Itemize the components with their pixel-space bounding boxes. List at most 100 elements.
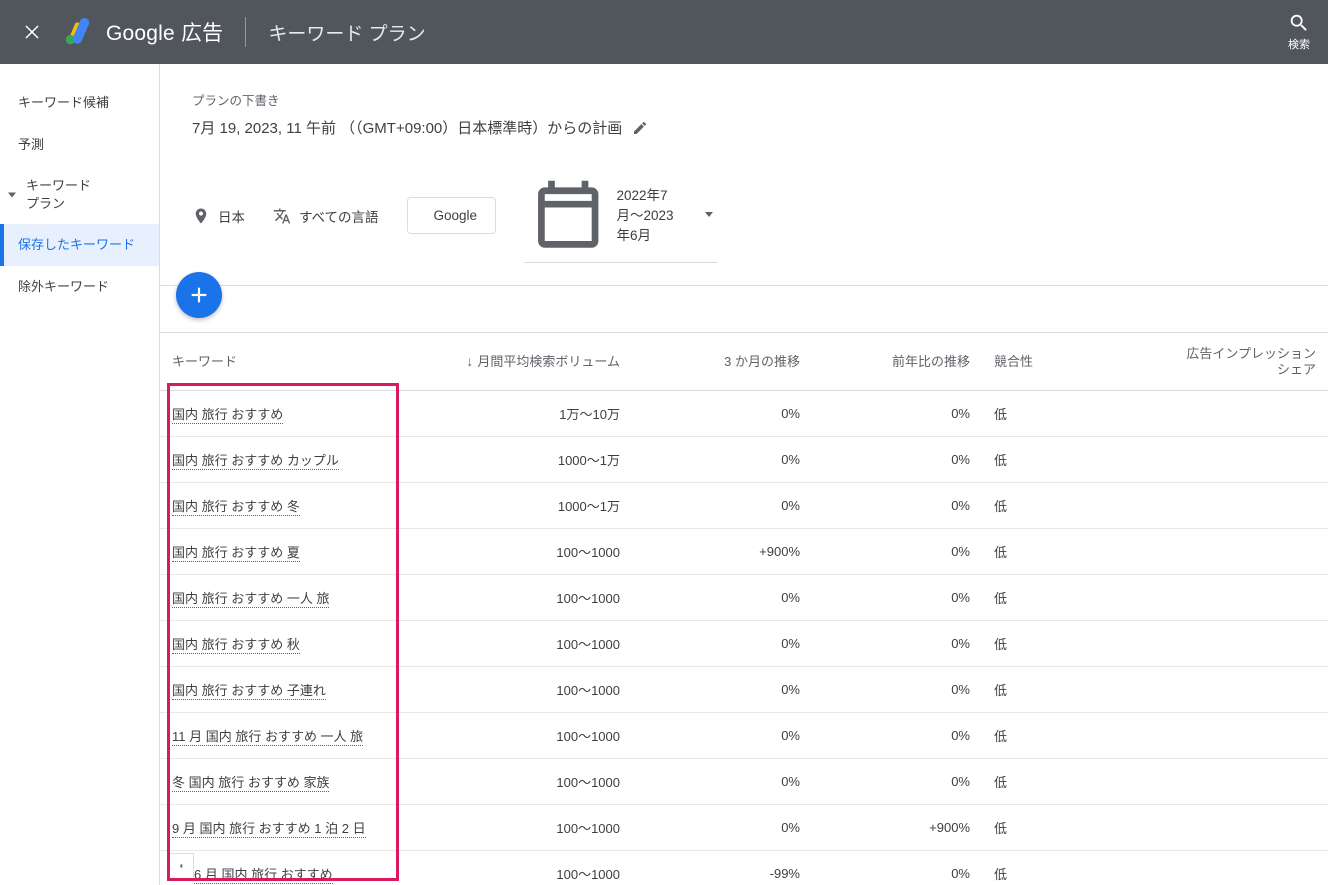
- cell-volume: 100～1000: [392, 851, 632, 885]
- cell-3month: 0%: [632, 667, 812, 713]
- cell-yoy: 0%: [812, 391, 982, 437]
- nav-label: 保存したキーワード: [18, 236, 135, 254]
- plan-time-row: 7月 19, 2023, 11 午前 （（GMT+09:00）日本標準時）からの…: [192, 117, 1296, 138]
- table-row: 国内 旅行 おすすめ 冬1000～1万0%0%低: [160, 483, 1328, 529]
- cell-impression-share: [1142, 529, 1328, 575]
- plan-time-text: 7月 19, 2023, 11 午前 （（GMT+09:00）日本標準時）からの…: [192, 117, 622, 138]
- close-button[interactable]: [18, 18, 46, 46]
- keyword-link[interactable]: 国内 旅行 おすすめ 秋: [172, 637, 300, 654]
- brand-title: Google 広告: [106, 17, 223, 47]
- cell-volume: 1000～1万: [392, 483, 632, 529]
- cell-yoy: 0%: [812, 529, 982, 575]
- cell-volume: 100～1000: [392, 805, 632, 851]
- filter-date-range[interactable]: 2022年7月～2023年6月: [524, 168, 717, 263]
- keyword-link[interactable]: 国内 旅行 おすすめ 子連れ: [172, 683, 326, 700]
- filter-language[interactable]: すべての言語: [273, 206, 379, 226]
- filter-location-label: 日本: [218, 206, 245, 226]
- translate-icon: [273, 207, 291, 225]
- keyword-link[interactable]: 国内 旅行 おすすめ: [172, 407, 283, 424]
- cell-yoy: 0%: [812, 575, 982, 621]
- cell-yoy: 0%: [812, 759, 982, 805]
- cell-competition: 低: [982, 391, 1142, 437]
- keyword-link[interactable]: 国内 旅行 おすすめ 冬: [172, 499, 300, 516]
- table-row: 国内 旅行 おすすめ 子連れ100～10000%0%低: [160, 667, 1328, 713]
- app-header: Google 広告 キーワード プラン 検索: [0, 0, 1328, 64]
- cell-competition: 低: [982, 805, 1142, 851]
- cell-3month: 0%: [632, 575, 812, 621]
- nav-saved-keywords[interactable]: 保存したキーワード: [0, 224, 159, 266]
- col-header-impression-share[interactable]: 広告インプレッション シェア: [1142, 333, 1328, 391]
- nav-label: 予測: [18, 136, 44, 154]
- plus-icon: [188, 284, 210, 306]
- table-row: 冬 国内 旅行 おすすめ 家族100～10000%0%低: [160, 759, 1328, 805]
- nav-label: キーワード候補: [18, 94, 109, 112]
- pencil-icon: [632, 120, 648, 136]
- chevron-down-icon: [705, 212, 713, 217]
- cell-impression-share: [1142, 805, 1328, 851]
- table-row: 11 月 国内 旅行 おすすめ 一人 旅100～10000%0%低: [160, 713, 1328, 759]
- keyword-link[interactable]: 国内 旅行 おすすめ 夏: [172, 545, 300, 562]
- keyword-link[interactable]: 11 月 国内 旅行 おすすめ 一人 旅: [172, 729, 363, 746]
- col-header-keyword[interactable]: キーワード: [160, 333, 392, 391]
- plan-header: プランの下書き 7月 19, 2023, 11 午前 （（GMT+09:00）日…: [160, 64, 1328, 158]
- table-row: 国内 旅行 おすすめ 秋100～10000%0%低: [160, 621, 1328, 667]
- edit-plan-button[interactable]: [632, 120, 648, 136]
- cell-competition: 低: [982, 437, 1142, 483]
- cell-volume: 100～1000: [392, 759, 632, 805]
- keyword-link[interactable]: 冬 国内 旅行 おすすめ 家族: [172, 775, 329, 792]
- sort-desc-icon: ↓: [466, 353, 473, 369]
- cell-3month: +900%: [632, 529, 812, 575]
- calendar-icon: [528, 174, 608, 254]
- filter-language-label: すべての言語: [299, 206, 379, 226]
- keywords-table: キーワード ↓月間平均検索ボリューム 3 か月の推移 前年比の推移 競合性 広告…: [160, 332, 1328, 885]
- plan-draft-label: プランの下書き: [192, 90, 1296, 109]
- close-icon: [23, 23, 41, 41]
- cell-competition: 低: [982, 713, 1142, 759]
- chevron-down-icon: [8, 192, 16, 197]
- cell-impression-share: [1142, 437, 1328, 483]
- table-row: 国内 旅行 おすすめ 一人 旅100～10000%0%低: [160, 575, 1328, 621]
- keyword-link[interactable]: 国内 旅行 おすすめ 一人 旅: [172, 591, 329, 608]
- col-header-competition[interactable]: 競合性: [982, 333, 1142, 391]
- col-header-3month[interactable]: 3 か月の推移: [632, 333, 812, 391]
- nav-keyword-ideas[interactable]: キーワード候補: [0, 82, 159, 124]
- table-row: 9 月 国内 旅行 おすすめ 1 泊 2 日100～10000%+900%低: [160, 805, 1328, 851]
- nav-forecast[interactable]: 予測: [0, 124, 159, 166]
- search-button[interactable]: 検索: [1288, 12, 1310, 52]
- cell-yoy: 0%: [812, 437, 982, 483]
- cell-impression-share: [1142, 621, 1328, 667]
- add-keyword-fab[interactable]: [176, 272, 222, 318]
- location-pin-icon: [192, 207, 210, 225]
- cell-impression-share: [1142, 391, 1328, 437]
- table-row: 国内 旅行 おすすめ 夏 100～1000+900%0%低: [160, 529, 1328, 575]
- search-label: 検索: [1288, 36, 1310, 52]
- keyword-link[interactable]: 国内 旅行 おすすめ カップル: [172, 453, 339, 470]
- nav-keyword-plan[interactable]: キーワード プラン: [0, 165, 159, 224]
- cell-impression-share: [1142, 667, 1328, 713]
- scroll-left-button[interactable]: [168, 853, 194, 879]
- cell-impression-share: [1142, 483, 1328, 529]
- col-header-volume[interactable]: ↓月間平均検索ボリューム: [392, 333, 632, 391]
- cell-3month: -99%: [632, 851, 812, 885]
- cell-volume: 100～1000: [392, 575, 632, 621]
- nav-negative-keywords[interactable]: 除外キーワード: [0, 266, 159, 308]
- filter-network[interactable]: Google: [407, 197, 497, 234]
- cell-yoy: 0%: [812, 667, 982, 713]
- cell-3month: 0%: [632, 759, 812, 805]
- google-ads-logo-icon: [64, 18, 92, 46]
- cell-competition: 低: [982, 759, 1142, 805]
- cell-volume: 100～1000: [392, 529, 632, 575]
- brand-strong: Google: [106, 22, 175, 45]
- cell-3month: 0%: [632, 483, 812, 529]
- col-header-yoy[interactable]: 前年比の推移: [812, 333, 982, 391]
- keyword-link[interactable]: 9 月 国内 旅行 おすすめ 1 泊 2 日: [172, 821, 366, 838]
- content-area: プランの下書き 7月 19, 2023, 11 午前 （（GMT+09:00）日…: [160, 64, 1328, 885]
- keyword-link[interactable]: 6 月 国内 旅行 おすすめ: [194, 867, 333, 884]
- cell-volume: 1000～1万: [392, 437, 632, 483]
- cell-yoy: 0%: [812, 851, 982, 885]
- cell-yoy: +900%: [812, 805, 982, 851]
- cell-impression-share: [1142, 851, 1328, 885]
- cell-competition: 低: [982, 529, 1142, 575]
- sidebar: キーワード候補 予測 キーワード プラン 保存したキーワード 除外キーワード: [0, 64, 160, 885]
- filter-location[interactable]: 日本: [192, 206, 245, 226]
